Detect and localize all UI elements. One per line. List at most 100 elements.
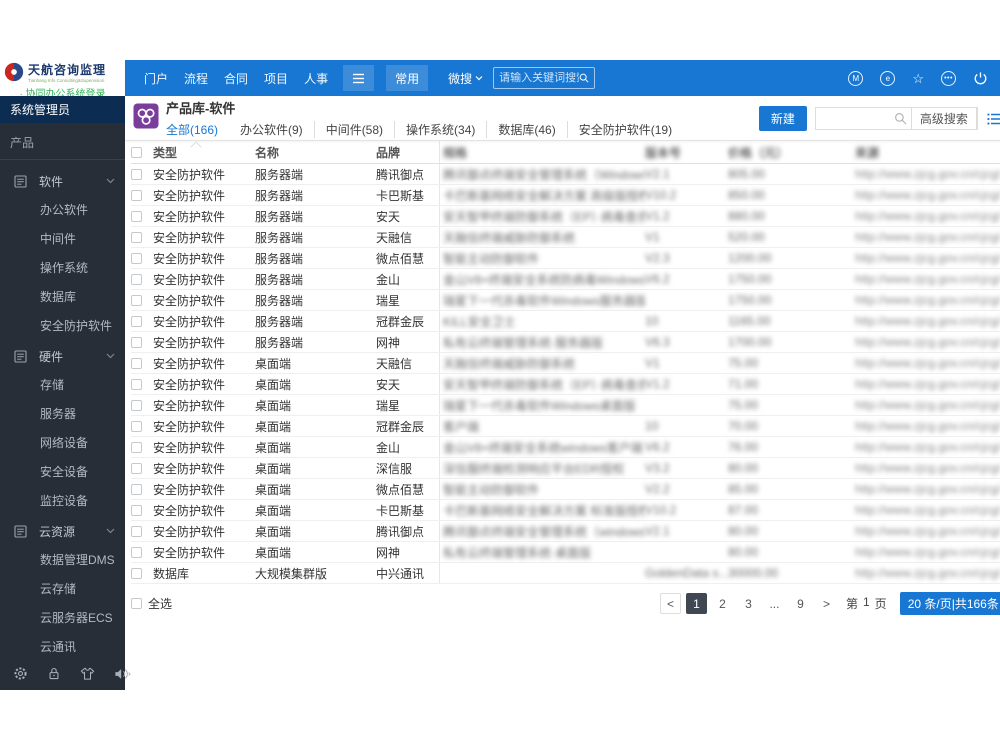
table-row[interactable]: 安全防护软件 服务器端 瑞星 瑞星下一代杀毒软件Windows服务器版 1750… [131,290,1000,311]
topnav-item[interactable]: 流程 [181,66,211,91]
more-options-icon[interactable]: ••• [941,70,956,86]
next-page-button[interactable]: > [816,593,837,614]
favorites-star-icon[interactable]: ☆ [912,72,924,85]
table-row[interactable]: 安全防护软件 桌面端 深信服 深信服终端检测响应平台EDR授权 V3.2 80.… [131,458,1000,479]
page-button[interactable]: 2 [712,593,733,614]
prev-page-button[interactable]: < [659,593,681,614]
topnav-item[interactable]: 门户 [141,66,171,91]
table-row[interactable]: 安全防护软件 桌面端 腾讯御点 腾讯御点终端安全管理系统（windows版）V2… [131,521,1000,542]
row-checkbox[interactable] [131,378,142,390]
select-all-checkbox[interactable] [131,598,142,609]
row-checkbox[interactable] [131,504,142,516]
topnav-item[interactable]: 人事 [301,66,331,91]
search-icon[interactable] [894,112,907,125]
row-checkbox[interactable] [131,252,142,264]
sidebar-item[interactable]: 数据库 [0,283,125,312]
row-checkbox[interactable] [131,210,142,222]
table-row[interactable]: 安全防护软件 服务器端 网神 私有云终端管理系统·服务器版 V6.3 1700.… [131,332,1000,353]
table-search-input[interactable] [815,108,894,129]
settings-gear-icon[interactable] [13,666,28,681]
row-checkbox[interactable] [131,483,142,495]
sidebar-item[interactable]: 服务器 [0,400,125,429]
sidebar-item[interactable]: 办公软件 [0,196,125,225]
row-checkbox[interactable] [131,315,142,327]
theme-shirt-icon[interactable] [80,667,95,681]
table-row[interactable]: 安全防护软件 服务器端 天融信 天融信终端威胁防御系统 V1 520.00 ht… [131,227,1000,248]
row-checkbox[interactable] [131,336,142,348]
table-row[interactable]: 安全防护软件 桌面端 卡巴斯基 卡巴斯基网络安全解决方案 标准版授权 - KES… [131,500,1000,521]
table-row[interactable]: 安全防护软件 桌面端 安天 安天智甲终端防御系统（EP）·病毒查杀版 V1.2 … [131,374,1000,395]
select-all-control[interactable]: 全选 [131,595,172,612]
category-tab[interactable]: 中间件(58) [313,121,394,138]
row-checkbox[interactable] [131,231,142,243]
row-checkbox[interactable] [131,189,142,201]
table-row[interactable]: 数据库 大规模集群版 中兴通讯 GoldenData s... 30000.00… [131,563,1000,584]
table-row[interactable]: 安全防护软件 服务器端 金山 金山V8+终端安全系统防病毒Windows服务器版… [131,269,1000,290]
row-checkbox[interactable] [131,567,142,579]
row-checkbox[interactable] [131,168,142,180]
table-row[interactable]: 安全防护软件 服务器端 微点佰慧 智能主动防御软件 V2.3 1200.00 h… [131,248,1000,269]
page-size-info[interactable]: 20 条/页|共166条 [899,592,1000,615]
power-logout-icon[interactable] [973,71,988,86]
sidebar-item[interactable]: 监控设备 [0,487,125,516]
sidebar-item[interactable]: 安全设备 [0,458,125,487]
sidebar-item[interactable]: 云通讯 [0,633,125,662]
row-checkbox[interactable] [131,525,142,537]
table-row[interactable]: 安全防护软件 服务器端 安天 安天智甲终端防御系统（EP）·病毒查杀版 V1.2… [131,206,1000,227]
table-row[interactable]: 安全防护软件 桌面端 微点佰慧 智能主动防御软件 V2.2 85.00 http… [131,479,1000,500]
category-tab[interactable]: 办公软件(9) [229,121,314,138]
search-scope-dropdown[interactable]: 微搜 [448,70,483,87]
table-row[interactable]: 安全防护软件 桌面端 瑞星 瑞星下一代杀毒软件Windows桌面版 75.00 … [131,395,1000,416]
sidebar-item[interactable]: 安全防护软件 [0,312,125,341]
page-button[interactable]: 9 [790,593,811,614]
sidebar-group-software[interactable]: 软件 [0,166,125,196]
sidebar-item[interactable]: 操作系统 [0,254,125,283]
table-row[interactable]: 安全防护软件 桌面端 天融信 天融信终端威胁防御系统 V1 75.00 http… [131,353,1000,374]
current-page[interactable]: 1 [685,593,707,614]
col-version[interactable]: 版本号 [645,144,728,161]
speaker-volume-icon[interactable] [114,667,131,681]
col-source[interactable]: 来源 [855,144,1000,161]
table-row[interactable]: 安全防护软件 桌面端 网神 私有云终端管理系统·桌面版 80.00 http:/… [131,542,1000,563]
global-search-input[interactable] [499,72,580,84]
sidebar-item[interactable]: 网络设备 [0,429,125,458]
select-all-checkbox-header[interactable] [131,146,142,158]
col-spec[interactable]: 规格 [440,144,645,161]
row-checkbox[interactable] [131,357,142,369]
row-checkbox[interactable] [131,294,142,306]
page-button[interactable]: 3 [738,593,759,614]
category-tab[interactable]: 操作系统(34) [394,121,486,138]
advanced-search-button[interactable]: 高级搜索 [910,107,977,130]
table-row[interactable]: 安全防护软件 服务器端 腾讯御点 腾讯御点终端安全管理系统（Windows版） … [131,164,1000,185]
page-button[interactable]: ... [764,593,785,614]
favorites-tab[interactable]: 常用 [386,65,429,91]
sidebar-item[interactable]: 云存储 [0,575,125,604]
category-tab[interactable]: 数据库(46) [486,121,566,138]
jump-page-number[interactable]: 1 [863,595,870,612]
col-name[interactable]: 名称 [255,144,376,161]
col-brand[interactable]: 品牌 [376,141,440,163]
lock-icon[interactable] [47,666,61,681]
row-checkbox[interactable] [131,462,142,474]
column-settings-icon[interactable] [987,113,1000,125]
sidebar-item[interactable]: 中间件 [0,225,125,254]
sidebar-group-hardware[interactable]: 硬件 [0,341,125,371]
row-checkbox[interactable] [131,399,142,411]
enterprise-e-icon[interactable]: e [880,70,896,86]
menu-hamburger-button[interactable] [343,65,375,91]
col-type[interactable]: 类型 [153,144,255,161]
tab-all[interactable]: 全部(166) [166,121,229,138]
row-checkbox[interactable] [131,420,142,432]
topnav-item[interactable]: 合同 [221,66,251,91]
row-checkbox[interactable] [131,546,142,558]
col-price[interactable]: 价格（元） [728,144,855,161]
table-row[interactable]: 安全防护软件 桌面端 冠群金辰 客户端 10 70.00 http://www.… [131,416,1000,437]
table-row[interactable]: 安全防护软件 服务器端 卡巴斯基 卡巴斯基网络安全解决方案 高级版授权许可 3年… [131,185,1000,206]
sidebar-group-cloud[interactable]: 云资源 [0,516,125,546]
sidebar-item[interactable]: 数据管理DMS [0,546,125,575]
message-m-icon[interactable]: M [848,70,864,86]
row-checkbox[interactable] [131,441,142,453]
category-tab[interactable]: 安全防护软件(19) [566,121,683,138]
search-icon[interactable] [579,72,589,84]
new-button[interactable]: 新建 [758,106,807,131]
